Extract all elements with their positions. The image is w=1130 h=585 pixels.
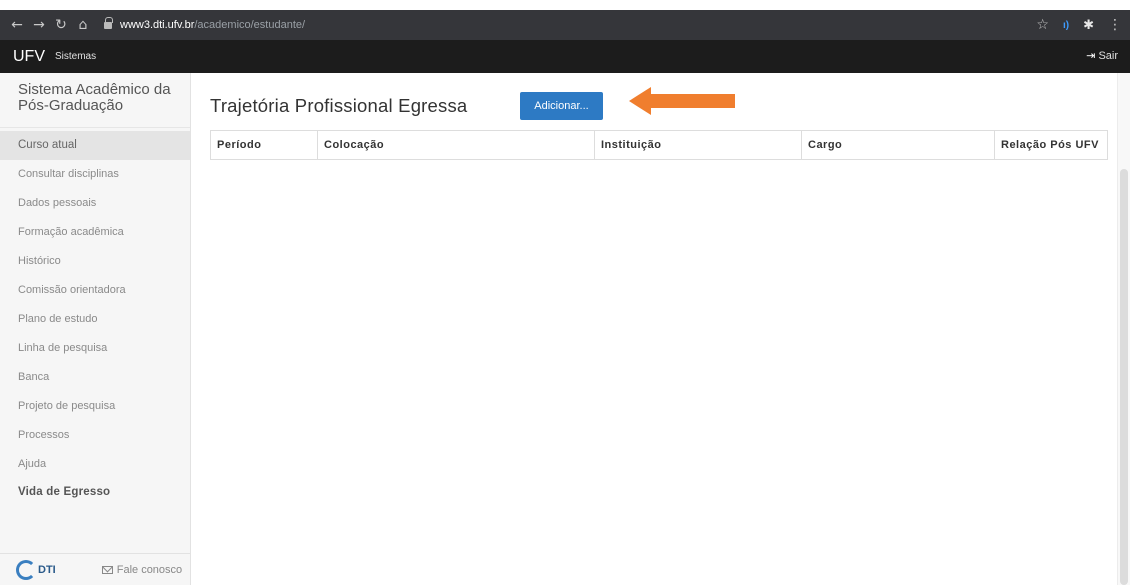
back-icon[interactable]: ← (6, 17, 28, 33)
contact-label: Fale conosco (116, 563, 183, 576)
table-header: Período Colocação Instituição Cargo Rela… (210, 131, 1108, 159)
page-title: Trajetória Profissional Egressa (210, 95, 468, 116)
browser-toolbar: ← → ↻ ⌂ www3.dti.ufv.br/academico/estuda… (0, 10, 1130, 40)
logout-icon: ⇥ (1086, 49, 1096, 62)
lock-icon (104, 16, 113, 30)
sidebar-item-processos[interactable]: Processos (0, 421, 190, 450)
sidebar-item-consultar-disciplinas[interactable]: Consultar disciplinas (0, 160, 190, 189)
sidebar-item-ajuda[interactable]: Ajuda (0, 450, 190, 479)
column-header-periodo[interactable]: Período (210, 131, 317, 159)
annotation-arrow-icon (629, 87, 735, 115)
sidebar-item-plano-de-estudo[interactable]: Plano de estudo (0, 305, 190, 334)
sidebar-item-vida-de-egresso[interactable]: Vida de Egresso (0, 479, 190, 505)
scrollbar-thumb[interactable] (1120, 169, 1128, 585)
sidebar-title: Sistema Acadêmico da Pós-Graduação (0, 73, 190, 128)
sidebar-item-dados-pessoais[interactable]: Dados pessoais (0, 189, 190, 218)
brand-logo[interactable]: UFV (13, 48, 45, 66)
sistemas-menu[interactable]: Sistemas (55, 51, 96, 62)
forward-icon[interactable]: → (28, 17, 50, 33)
sidebar-item-projeto-de-pesquisa[interactable]: Projeto de pesquisa (0, 392, 190, 421)
column-header-cargo[interactable]: Cargo (801, 131, 994, 159)
add-button[interactable]: Adicionar... (520, 92, 603, 120)
annotation-arrow-shape (629, 87, 735, 115)
sidebar: Sistema Acadêmico da Pós-Graduação Curso… (0, 73, 191, 585)
url-host: www3.dti.ufv.br (120, 19, 195, 31)
dti-logo[interactable]: DTI (16, 559, 56, 580)
sidebar-footer: DTI Fale conosco (0, 553, 191, 585)
puzzle-icon[interactable]: ✱ (1083, 18, 1094, 33)
dti-logo-text: DTI (38, 563, 56, 576)
sidebar-item-comissao-orientadora[interactable]: Comissão orientadora (0, 276, 190, 305)
contact-link[interactable]: Fale conosco (101, 563, 183, 576)
reload-icon[interactable]: ↻ (50, 17, 72, 33)
logout-button[interactable]: ⇥ Sair (1086, 49, 1118, 62)
column-header-colocacao[interactable]: Colocação (317, 131, 594, 159)
app-navbar: UFV Sistemas ⇥ Sair (0, 40, 1130, 73)
address-bar[interactable]: www3.dti.ufv.br/academico/estudante/ (104, 13, 1114, 37)
sidebar-item-curso-atual[interactable]: Curso atual (0, 131, 190, 160)
egresso-table: Período Colocação Instituição Cargo Rela… (210, 130, 1108, 160)
column-header-relacao-pos-ufv[interactable]: Relação Pós UFV (994, 131, 1108, 159)
column-header-instituicao[interactable]: Instituição (594, 131, 801, 159)
page-scrollbar[interactable] (1117, 73, 1130, 585)
star-icon[interactable]: ☆ (1036, 17, 1049, 33)
sidebar-item-banca[interactable]: Banca (0, 363, 190, 392)
dti-logo-icon (16, 559, 36, 580)
extension-icon[interactable]: ı) (1063, 20, 1069, 31)
home-icon[interactable]: ⌂ (72, 17, 94, 33)
mail-icon (101, 565, 113, 574)
sidebar-item-formacao-academica[interactable]: Formação acadêmica (0, 218, 190, 247)
sidebar-item-historico[interactable]: Histórico (0, 247, 190, 276)
url-path: /academico/estudante/ (194, 19, 306, 31)
menu-icon[interactable]: ⋮ (1108, 17, 1122, 33)
sidebar-item-linha-de-pesquisa[interactable]: Linha de pesquisa (0, 334, 190, 363)
logout-label: Sair (1098, 49, 1118, 62)
top-strip (0, 0, 1130, 10)
